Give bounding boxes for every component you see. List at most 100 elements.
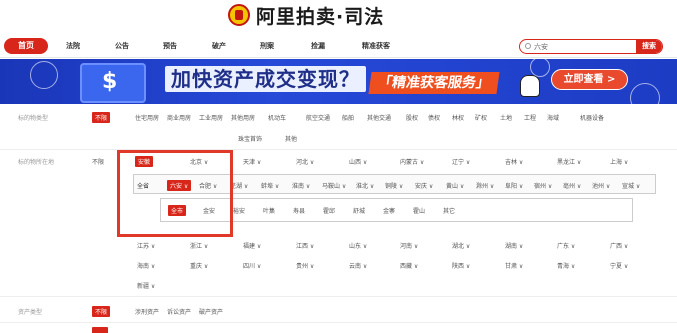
province-anhui[interactable]: 安徽 xyxy=(135,156,154,167)
district-option[interactable]: 其它 xyxy=(443,206,455,215)
province-option[interactable]: 浙江 ∨ xyxy=(190,241,208,250)
province-option[interactable]: 内蒙古 ∨ xyxy=(400,157,424,166)
province-option[interactable]: 西藏 ∨ xyxy=(400,261,418,270)
province-option[interactable]: 吉林 ∨ xyxy=(505,157,523,166)
nav-preview[interactable]: 预告 xyxy=(163,38,177,54)
type-option[interactable]: 债权 xyxy=(428,113,440,122)
province-option[interactable]: 重庆 ∨ xyxy=(190,261,208,270)
province-option[interactable]: 山东 ∨ xyxy=(349,241,367,250)
type-option[interactable]: 工程 xyxy=(524,113,536,122)
district-option[interactable]: 叶集 xyxy=(263,206,275,215)
type-option[interactable]: 机器设备 xyxy=(580,113,604,122)
province-option[interactable]: 上海 ∨ xyxy=(610,157,628,166)
money-illustration-icon: $ xyxy=(80,63,146,103)
type-option[interactable]: 船舶 xyxy=(342,113,354,122)
asset-option-unlimited[interactable]: 不限 xyxy=(92,306,111,317)
nav-notice[interactable]: 公告 xyxy=(115,38,129,54)
city-option[interactable]: 铜陵 ∨ xyxy=(385,181,403,190)
banner-cta-button[interactable]: 立即查看 > xyxy=(551,69,628,90)
province-option[interactable]: 北京 ∨ xyxy=(190,157,208,166)
province-option[interactable]: 湖北 ∨ xyxy=(452,241,470,250)
city-option[interactable]: 宣城 ∨ xyxy=(622,181,640,190)
province-option[interactable]: 宁夏 ∨ xyxy=(610,261,628,270)
district-all-option[interactable]: 全市 xyxy=(168,205,187,216)
province-option[interactable]: 黑龙江 ∨ xyxy=(557,157,581,166)
city-option[interactable]: 芜湖 ∨ xyxy=(230,181,248,190)
district-option[interactable]: 霍邱 xyxy=(323,206,335,215)
site-logo[interactable]: 阿里拍卖·司法 xyxy=(228,0,458,30)
city-option[interactable]: 宿州 ∨ xyxy=(534,181,552,190)
city-option[interactable]: 亳州 ∨ xyxy=(563,181,581,190)
row-divider xyxy=(0,149,677,150)
promo-banner[interactable]: $ 加快资产成交变现？ 「精准获客服务」 立即查看 > xyxy=(0,59,677,104)
type-option[interactable]: 住宅用房 xyxy=(135,113,159,122)
asset-option[interactable]: 涉刑资产 xyxy=(135,307,159,316)
type-option[interactable]: 商业用房 xyxy=(167,113,191,122)
type-option[interactable]: 工业用房 xyxy=(199,113,223,122)
city-option[interactable]: 安庆 ∨ xyxy=(415,181,433,190)
nav-home[interactable]: 首页 xyxy=(4,38,48,54)
province-option[interactable]: 福建 ∨ xyxy=(243,241,261,250)
city-option[interactable]: 蚌埠 ∨ xyxy=(261,181,279,190)
province-option[interactable]: 海南 ∨ xyxy=(137,261,155,270)
province-option[interactable]: 湖南 ∨ xyxy=(505,241,523,250)
banner-slogan: 「精准获客服务」 xyxy=(368,72,500,94)
city-option[interactable]: 阜阳 ∨ xyxy=(505,181,523,190)
district-option[interactable]: 裕安 xyxy=(233,206,245,215)
city-option[interactable]: 池州 ∨ xyxy=(592,181,610,190)
district-option[interactable]: 霍山 xyxy=(413,206,425,215)
type-option[interactable]: 航空交通 xyxy=(306,113,330,122)
province-option[interactable]: 云南 ∨ xyxy=(349,261,367,270)
type-option[interactable]: 股权 xyxy=(406,113,418,122)
district-option[interactable]: 金安 xyxy=(203,206,215,215)
province-option[interactable]: 江苏 ∨ xyxy=(137,241,155,250)
asset-option[interactable]: 诉讼资产 xyxy=(167,307,191,316)
province-option[interactable]: 山西 ∨ xyxy=(349,157,367,166)
province-option[interactable]: 青海 ∨ xyxy=(557,261,575,270)
province-option[interactable]: 河北 ∨ xyxy=(296,157,314,166)
province-option[interactable]: 广东 ∨ xyxy=(557,241,575,250)
type-option[interactable]: 其他 xyxy=(285,134,297,143)
type-option[interactable]: 其他交通 xyxy=(367,113,391,122)
city-option[interactable]: 淮南 ∨ xyxy=(292,181,310,190)
type-option[interactable]: 土地 xyxy=(500,113,512,122)
type-option-unlimited[interactable]: 不限 xyxy=(92,112,111,123)
city-luan[interactable]: 六安 ∨ xyxy=(167,180,192,191)
type-option[interactable]: 其他用房 xyxy=(231,113,255,122)
location-option-unlimited[interactable]: 不限 xyxy=(92,157,104,166)
nav-court[interactable]: 法院 xyxy=(66,38,80,54)
province-option[interactable]: 新疆 ∨ xyxy=(137,281,155,290)
asset-option[interactable]: 破产资产 xyxy=(199,307,223,316)
city-option[interactable]: 马鞍山 ∨ xyxy=(322,181,346,190)
next-row-option[interactable] xyxy=(92,327,108,333)
province-option[interactable]: 甘肃 ∨ xyxy=(505,261,523,270)
nav-criminal[interactable]: 刑案 xyxy=(260,38,274,54)
city-option[interactable]: 滁州 ∨ xyxy=(476,181,494,190)
search-input[interactable] xyxy=(525,40,625,53)
type-option[interactable]: 珠宝首饰 xyxy=(238,134,262,143)
province-option[interactable]: 天津 ∨ xyxy=(243,157,261,166)
type-option[interactable]: 矿权 xyxy=(475,113,487,122)
type-option[interactable]: 海域 xyxy=(547,113,559,122)
province-all-option[interactable]: 全省 xyxy=(137,181,149,190)
nav-bargain[interactable]: 捡漏 xyxy=(311,38,325,54)
nav-precise-leads[interactable]: 精准获客 xyxy=(362,38,390,54)
province-option[interactable]: 辽宁 ∨ xyxy=(452,157,470,166)
province-option[interactable]: 江西 ∨ xyxy=(296,241,314,250)
province-option[interactable]: 广西 ∨ xyxy=(610,241,628,250)
city-option[interactable]: 合肥 ∨ xyxy=(199,181,217,190)
province-option[interactable]: 河南 ∨ xyxy=(400,241,418,250)
district-option[interactable]: 舒城 xyxy=(353,206,365,215)
city-option[interactable]: 黄山 ∨ xyxy=(446,181,464,190)
city-option[interactable]: 淮北 ∨ xyxy=(356,181,374,190)
district-option[interactable]: 金寨 xyxy=(383,206,395,215)
province-option[interactable]: 陕西 ∨ xyxy=(452,261,470,270)
province-option[interactable]: 四川 ∨ xyxy=(243,261,261,270)
nav-bankruptcy[interactable]: 破产 xyxy=(212,38,226,54)
district-option[interactable]: 寿县 xyxy=(293,206,305,215)
search-button[interactable]: 搜索 xyxy=(636,40,662,53)
type-option[interactable]: 机动车 xyxy=(268,113,286,122)
filter-panel: 标的物类型 不限 住宅用房 商业用房 工业用房 其他用房 机动车 航空交通 船舶… xyxy=(0,104,677,333)
province-option[interactable]: 贵州 ∨ xyxy=(296,261,314,270)
type-option[interactable]: 林权 xyxy=(452,113,464,122)
